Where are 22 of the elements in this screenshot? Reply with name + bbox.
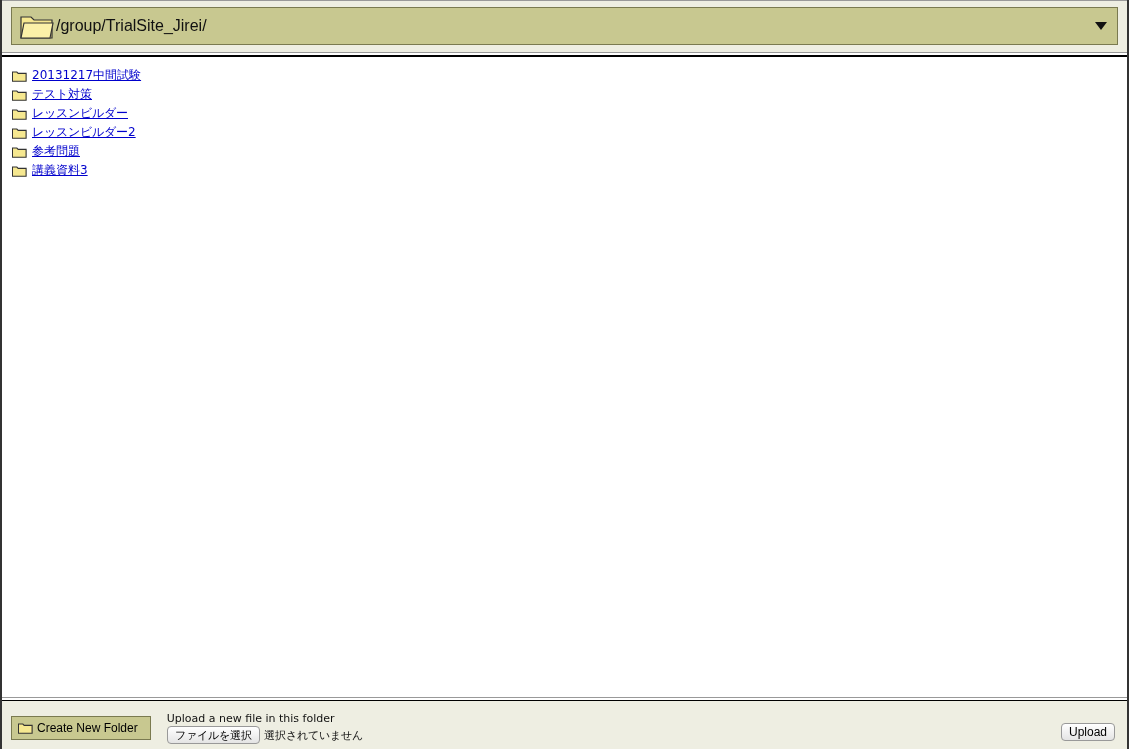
choose-file-button[interactable]: ファイルを選択 [166,726,260,744]
folder-link[interactable]: レッスンビルダー [32,105,128,122]
folder-icon [12,126,27,139]
folder-link[interactable]: 20131217中間試験 [32,67,142,84]
folder-icon [18,722,33,734]
file-status: 選択されていません [263,727,363,743]
folder-icon [12,107,27,120]
folder-icon [12,69,27,82]
upload-button[interactable]: Upload [1060,723,1115,741]
dropdown-arrow-icon[interactable] [1095,22,1107,30]
folder-icon [12,145,27,158]
folder-path: /group/TrialSite_Jirei/ [56,17,208,35]
create-folder-button[interactable]: Create New Folder [11,716,151,740]
upload-label: Upload a new file in this folder [166,712,336,725]
folder-link[interactable]: 講義資料3 [32,162,88,179]
folder-icon [12,164,27,177]
folder-link[interactable]: テスト対策 [32,86,92,103]
folder-link[interactable]: 参考問題 [32,143,80,160]
path-bar[interactable]: /group/TrialSite_Jirei/ [11,7,1118,45]
folder-link[interactable]: レッスンビルダー2 [32,124,136,141]
folder-icon [20,13,54,39]
folder-icon [12,88,27,101]
